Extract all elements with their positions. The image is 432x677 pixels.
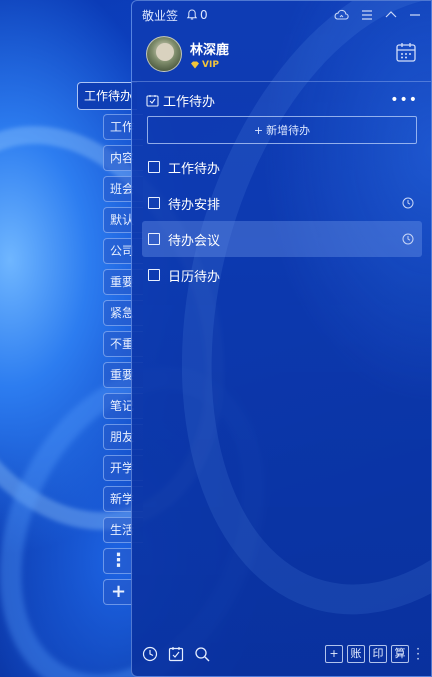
new-task-label: 新增待办: [266, 124, 311, 137]
section-more-button[interactable]: •••: [390, 93, 418, 107]
vip-badge: VIP: [190, 60, 229, 70]
notifications-count: 0: [200, 8, 208, 22]
notifications-button[interactable]: 0: [186, 8, 208, 22]
todo-label: 工作待办: [168, 161, 221, 177]
todo-check-icon: [146, 94, 159, 107]
print-button[interactable]: 印: [369, 645, 387, 663]
collapse-icon[interactable]: [385, 10, 397, 20]
title-bar: 敬业签 0: [132, 1, 431, 29]
main-panel: 敬业签 0 林深鹿 VIP 工作待办 ••• + 新增待办 工作待办 待办安排 …: [131, 0, 432, 677]
tab-active[interactable]: 工作待办: [77, 82, 137, 110]
header-divider: [132, 81, 431, 82]
cloud-sync-icon[interactable]: [333, 9, 349, 21]
add-tab-button[interactable]: +: [103, 579, 133, 605]
bottom-toolbar: + 账 印 算 · · ·: [132, 632, 431, 676]
account-button[interactable]: 账: [347, 645, 365, 663]
new-task-button[interactable]: + 新增待办: [147, 116, 417, 144]
calendar-icon: [396, 43, 416, 62]
bell-icon: [186, 9, 198, 20]
more-tabs-button[interactable]: ⋮: [103, 548, 133, 574]
todo-checkbox[interactable]: [148, 161, 160, 173]
user-profile[interactable]: 林深鹿 VIP: [146, 35, 229, 73]
todo-label: 待办安排: [168, 197, 221, 213]
user-name: 林深鹿: [190, 42, 230, 58]
clock-icon[interactable]: [142, 646, 158, 662]
list-item[interactable]: 工作待办: [142, 149, 422, 185]
todo-checkbox[interactable]: [148, 269, 160, 281]
list-item[interactable]: 待办会议: [142, 221, 422, 257]
section-title: 工作待办: [163, 94, 216, 110]
search-icon[interactable]: [194, 646, 210, 662]
todo-label: 日历待办: [168, 269, 221, 285]
list-item[interactable]: 日历待办: [142, 257, 422, 293]
todo-checkbox[interactable]: [148, 197, 160, 209]
section-header: 工作待办 •••: [146, 91, 418, 110]
todo-label: 待办会议: [168, 233, 221, 249]
add-button[interactable]: +: [325, 645, 343, 663]
clock-icon[interactable]: [402, 233, 414, 245]
vip-label: VIP: [202, 59, 219, 70]
clock-icon[interactable]: [402, 197, 414, 209]
more-vertical-icon[interactable]: · · ·: [415, 643, 421, 665]
minimize-icon[interactable]: [409, 10, 421, 20]
todo-list: 工作待办 待办安排 待办会议 日历待办: [142, 149, 422, 293]
todo-check-icon[interactable]: [168, 646, 184, 662]
app-title: 敬业签: [142, 8, 179, 23]
calculator-button[interactable]: 算: [391, 645, 409, 663]
diamond-icon: [191, 61, 199, 68]
plus-icon: +: [253, 123, 264, 137]
category-tabs: 工作待办 工作 内容 班会 默认 公司 重要 紧急 不重 重要 笔记 朋友 开学…: [0, 0, 143, 677]
calendar-button[interactable]: [395, 41, 417, 67]
avatar[interactable]: [146, 36, 182, 72]
menu-icon[interactable]: [361, 10, 373, 20]
list-item[interactable]: 待办安排: [142, 185, 422, 221]
todo-checkbox[interactable]: [148, 233, 160, 245]
